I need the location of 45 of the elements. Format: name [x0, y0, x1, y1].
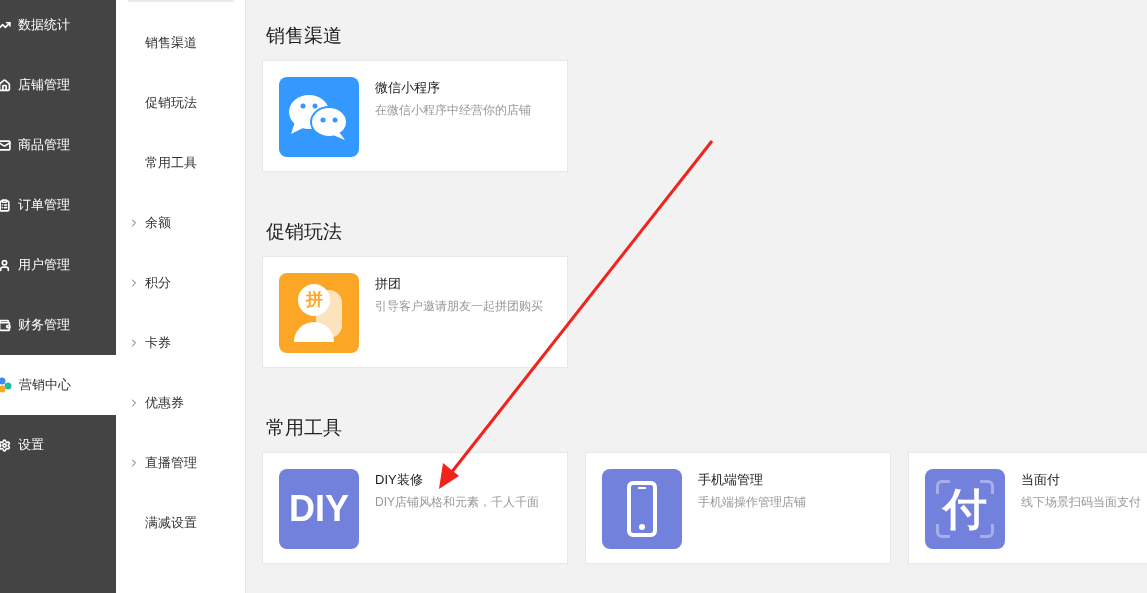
submenu-item[interactable]: 积分	[116, 253, 245, 313]
submenu-item[interactable]: 促销玩法	[116, 73, 245, 133]
feature-card[interactable]: DIY DIY装修 DIY店铺风格和元素，千人千面	[262, 452, 568, 564]
clipboard-icon	[0, 198, 11, 212]
user-icon	[0, 258, 11, 272]
sidebar-item[interactable]: 营销中心	[0, 355, 116, 415]
submenu-item[interactable]: 余额	[116, 193, 245, 253]
sidebar-item[interactable]: 财务管理	[0, 295, 116, 355]
feature-card[interactable]: 手机端管理 手机端操作管理店铺	[585, 452, 891, 564]
submenu-item[interactable]: 满减设置	[116, 493, 245, 553]
card-title: 手机端管理	[698, 471, 764, 489]
sidebar-item[interactable]: 数据统计	[0, 0, 116, 55]
submenu-item[interactable]: 卡券	[116, 313, 245, 373]
submenu-item[interactable]: 优惠券	[116, 373, 245, 433]
card-description: 引导客户邀请朋友一起拼团购买	[375, 298, 543, 315]
card-description: 在微信小程序中经营你的店铺	[375, 102, 531, 119]
phone-icon	[627, 481, 657, 537]
diy-logo: DIY	[289, 491, 349, 527]
sidebar-item[interactable]: 商品管理	[0, 115, 116, 175]
section-title: 销售渠道	[266, 24, 343, 48]
submenu-item[interactable]: 常用工具	[116, 133, 245, 193]
sidebar-item[interactable]: 店铺管理	[0, 55, 116, 115]
section-title: 常用工具	[266, 416, 343, 440]
submenu-item[interactable]: 直播管理	[116, 433, 245, 493]
submenu-item[interactable]: 销售渠道	[116, 13, 245, 73]
sidebar-item[interactable]: 订单管理	[0, 175, 116, 235]
card-title: 拼团	[375, 275, 402, 293]
house-icon	[0, 78, 11, 92]
wallet-icon	[0, 318, 11, 332]
scan-pay-icon: 付	[936, 480, 994, 538]
feature-card[interactable]: 微信小程序 在微信小程序中经营你的店铺	[262, 60, 568, 172]
card-title: DIY装修	[375, 471, 424, 489]
envelope-icon	[0, 138, 11, 152]
petals-icon	[0, 377, 12, 393]
settings-icon	[0, 438, 11, 452]
card-description: 手机端操作管理店铺	[698, 494, 806, 511]
card-description: 线下场景扫码当面支付	[1021, 494, 1141, 511]
card-title: 当面付	[1021, 471, 1061, 489]
feature-card[interactable]: 拼 拼团 引导客户邀请朋友一起拼团购买	[262, 256, 568, 368]
section-title: 促销玩法	[266, 220, 343, 244]
sidebar-item[interactable]: 设置	[0, 415, 116, 475]
card-title: 微信小程序	[375, 79, 441, 97]
feature-card[interactable]: 付 当面付 线下场景扫码当面支付	[908, 452, 1147, 564]
card-description: DIY店铺风格和元素，千人千面	[375, 494, 539, 511]
sidebar-item[interactable]: 用户管理	[0, 235, 116, 295]
